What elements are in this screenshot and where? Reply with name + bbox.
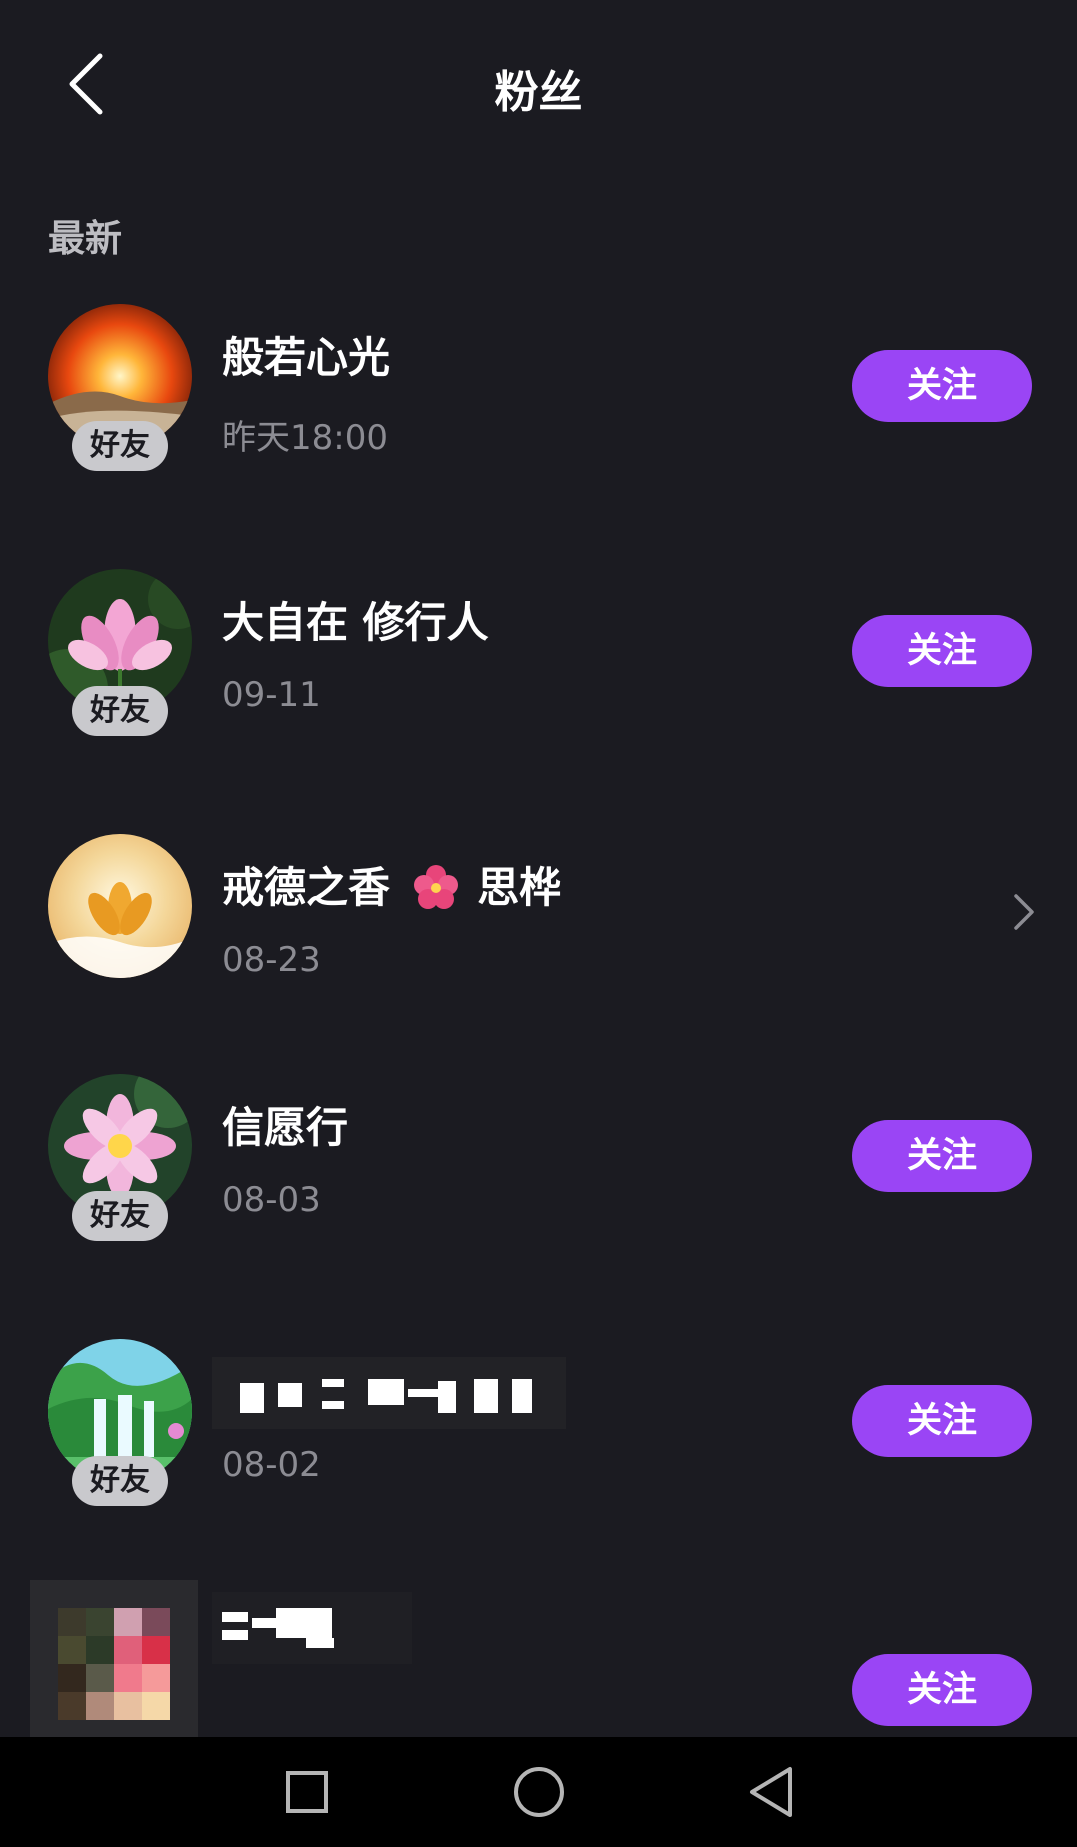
fan-name: 大自在 修行人 [222, 598, 489, 647]
fan-date: 08-02 [222, 1445, 321, 1485]
fan-name: 戒德之香 思桦 [222, 854, 561, 915]
triangle-back-icon[interactable] [742, 1762, 802, 1822]
avatar[interactable] [48, 834, 192, 978]
friend-badge: 好友 [72, 1191, 168, 1241]
friend-badge: 好友 [72, 1456, 168, 1506]
fan-name-suffix: 思桦 [477, 863, 562, 912]
fan-row[interactable]: 好友 信愿行 08-03 关注 [0, 1074, 1077, 1304]
system-nav-bar [0, 1737, 1077, 1847]
redacted-name [212, 1357, 566, 1429]
follow-button[interactable]: 关注 [852, 350, 1032, 422]
section-label-latest: 最新 [48, 217, 122, 260]
fan-row[interactable]: 好友 08-02 关注 [0, 1339, 1077, 1569]
fan-row[interactable]: 关注 [0, 1580, 1077, 1737]
fan-name: 信愿行 [222, 1103, 349, 1152]
follow-button[interactable]: 关注 [852, 1120, 1032, 1192]
golden-lotus-avatar-image [48, 834, 192, 978]
fan-name-text: 戒德之香 [222, 863, 391, 912]
fan-row[interactable]: 好友 般若心光 昨天18:00 关注 [0, 304, 1077, 534]
fan-name: 般若心光 [222, 333, 391, 382]
app-header: 粉丝 [0, 0, 1077, 170]
redacted-name [212, 1592, 412, 1664]
follow-button[interactable]: 关注 [852, 1654, 1032, 1726]
fan-date: 昨天18:00 [222, 418, 388, 458]
fan-date: 09-11 [222, 675, 321, 715]
follow-button[interactable]: 关注 [852, 615, 1032, 687]
fan-row[interactable]: 好友 大自在 修行人 09-11 关注 [0, 569, 1077, 799]
fan-date: 08-03 [222, 1180, 321, 1220]
friend-badge: 好友 [72, 686, 168, 736]
page-title: 粉丝 [494, 67, 583, 118]
pixelated-avatar[interactable] [30, 1580, 198, 1737]
square-icon[interactable] [277, 1762, 337, 1822]
fan-date: 08-23 [222, 940, 321, 980]
friend-badge: 好友 [72, 421, 168, 471]
circle-icon[interactable] [509, 1762, 569, 1822]
follow-button[interactable]: 关注 [852, 1385, 1032, 1457]
chevron-right-icon[interactable] [1008, 890, 1038, 934]
fan-row[interactable]: 戒德之香 思桦 08-23 [0, 834, 1077, 1064]
hibiscus-emoji-icon [413, 865, 458, 909]
